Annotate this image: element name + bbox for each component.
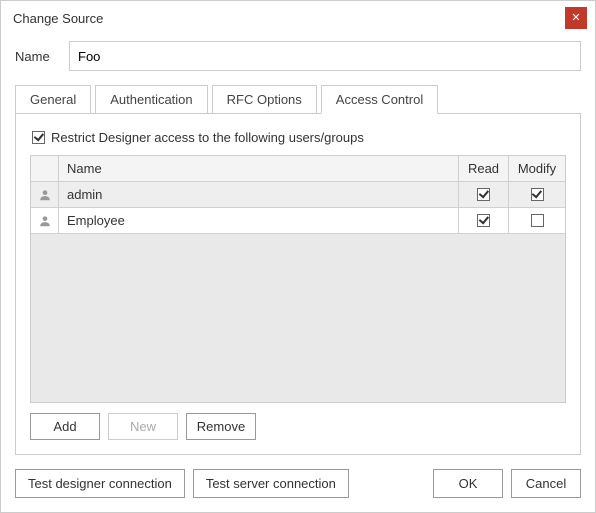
access-table: Name Read Modify admin xyxy=(30,155,566,403)
restrict-row: Restrict Designer access to the followin… xyxy=(30,128,566,155)
user-icon xyxy=(38,188,52,202)
row-name: admin xyxy=(59,182,459,208)
tab-access-control[interactable]: Access Control xyxy=(321,85,438,114)
close-button[interactable]: ✕ xyxy=(565,7,587,29)
user-icon xyxy=(38,214,52,228)
modify-checkbox[interactable] xyxy=(531,214,544,227)
tab-rfc-options[interactable]: RFC Options xyxy=(212,85,317,114)
access-control-panel: Restrict Designer access to the followin… xyxy=(15,113,581,455)
user-icon-cell xyxy=(31,182,59,208)
col-read-header: Read xyxy=(459,156,509,182)
name-input[interactable] xyxy=(69,41,581,71)
read-checkbox[interactable] xyxy=(477,214,490,227)
remove-button[interactable]: Remove xyxy=(186,413,256,440)
row-read xyxy=(459,182,509,208)
test-server-button[interactable]: Test server connection xyxy=(193,469,349,498)
modify-checkbox[interactable] xyxy=(531,188,544,201)
tab-general[interactable]: General xyxy=(15,85,91,114)
row-modify xyxy=(509,208,565,234)
col-name-header: Name xyxy=(59,156,459,182)
change-source-dialog: Change Source ✕ Name General Authenticat… xyxy=(0,0,596,513)
new-button: New xyxy=(108,413,178,440)
tab-authentication[interactable]: Authentication xyxy=(95,85,207,114)
read-checkbox[interactable] xyxy=(477,188,490,201)
table-row[interactable]: admin xyxy=(31,182,565,208)
close-icon: ✕ xyxy=(571,13,580,24)
dialog-footer: Test designer connection Test server con… xyxy=(1,455,595,512)
row-modify xyxy=(509,182,565,208)
dialog-title: Change Source xyxy=(13,11,103,26)
table-body: admin Employee xyxy=(31,182,565,234)
row-read xyxy=(459,208,509,234)
restrict-checkbox[interactable] xyxy=(32,131,45,144)
ok-button[interactable]: OK xyxy=(433,469,503,498)
user-icon-cell xyxy=(31,208,59,234)
cancel-button[interactable]: Cancel xyxy=(511,469,581,498)
test-designer-button[interactable]: Test designer connection xyxy=(15,469,185,498)
titlebar: Change Source ✕ xyxy=(1,1,595,35)
table-row[interactable]: Employee xyxy=(31,208,565,234)
table-header: Name Read Modify xyxy=(31,156,565,182)
table-buttons: Add New Remove xyxy=(30,403,566,440)
restrict-label: Restrict Designer access to the followin… xyxy=(51,130,364,145)
tabs: General Authentication RFC Options Acces… xyxy=(1,85,595,114)
col-icon-header xyxy=(31,156,59,182)
row-name: Employee xyxy=(59,208,459,234)
col-modify-header: Modify xyxy=(509,156,565,182)
name-row: Name xyxy=(1,35,595,85)
name-label: Name xyxy=(15,49,55,64)
add-button[interactable]: Add xyxy=(30,413,100,440)
